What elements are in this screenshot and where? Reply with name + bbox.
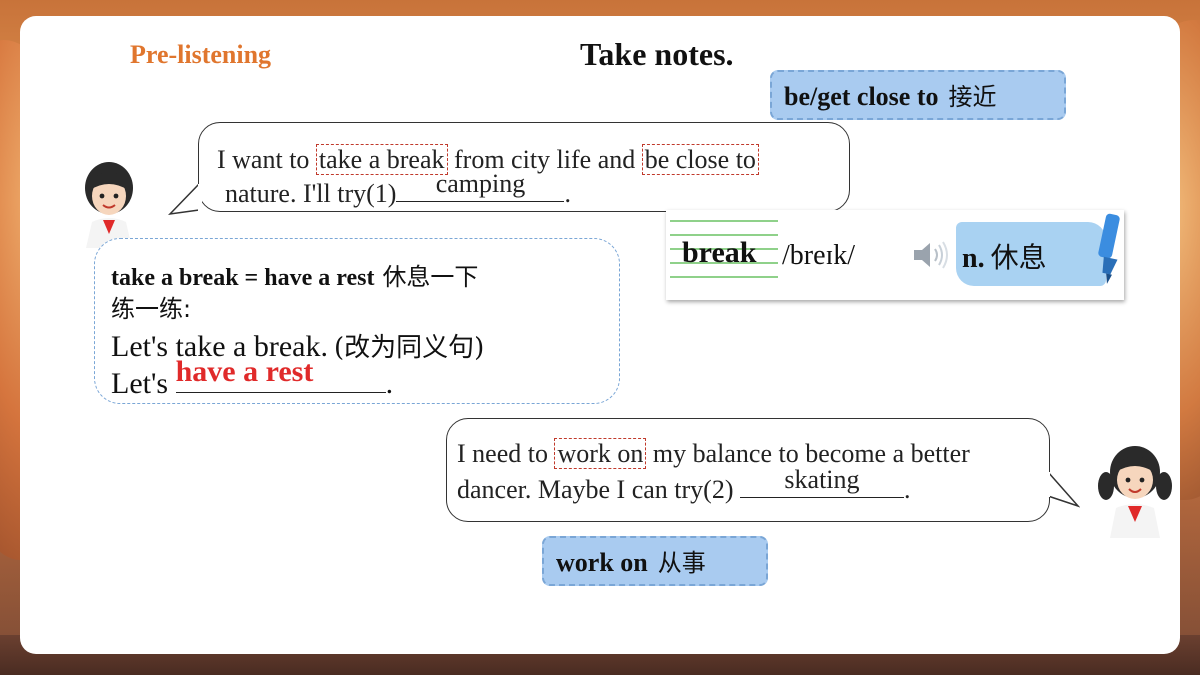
bubble1-line2: nature. I'll try(1) camping.	[225, 169, 571, 209]
vocab-chip-cn: 从事	[657, 549, 706, 577]
phrase-work-on: work on	[554, 438, 647, 469]
word-card: break /breɪk/ n. 休息	[666, 210, 1124, 300]
note-phrase: take a break = have a rest 休息一下	[111, 263, 479, 291]
page-title: Take notes.	[580, 36, 734, 72]
girl-avatar-left	[85, 162, 133, 248]
speech-bubble-1: I want to take a break from city life an…	[198, 122, 850, 212]
section-label: Pre-listening	[130, 40, 272, 69]
vocab-chip-en: be/get close to	[784, 82, 939, 111]
word-ipa: /breɪk/	[782, 240, 856, 271]
answer-2: skating	[784, 465, 860, 494]
vocab-chip-en: work on	[556, 548, 648, 577]
bubble2-tail	[1046, 472, 1080, 508]
answer-blank-2: skating	[739, 465, 904, 505]
phrase-be-close-to: be close to	[641, 144, 759, 175]
note-box: take a break = have a rest 休息一下 练一练: Let'…	[94, 238, 620, 404]
speaker-icon[interactable]	[912, 240, 950, 270]
rewrite-blank: have a rest	[175, 355, 386, 401]
vocab-chip-cn: 接近	[948, 83, 997, 111]
rewrite-answer: have a rest	[175, 355, 314, 388]
answer-blank-1: camping	[396, 169, 565, 209]
slide-panel: Pre-listening Take notes. be/get close t…	[20, 16, 1180, 654]
bubble1-tail	[168, 184, 202, 216]
vocab-chip-be-close: be/get close to 接近	[770, 70, 1066, 120]
speech-bubble-2: I need to work on my balance to become a…	[446, 418, 1050, 522]
note-practice-label: 练一练:	[111, 295, 192, 323]
bubble2-line2: dancer. Maybe I can try(2) skating.	[457, 465, 911, 505]
word: break	[682, 236, 757, 269]
note-rewrite: Let's have a rest.	[111, 355, 394, 401]
girl-avatar-right	[1098, 446, 1172, 538]
vocab-chip-work-on: work on 从事	[542, 536, 768, 586]
highlighter-icon	[1098, 213, 1120, 284]
word-meaning: n. 休息	[962, 241, 1047, 274]
answer-1: camping	[435, 169, 526, 198]
